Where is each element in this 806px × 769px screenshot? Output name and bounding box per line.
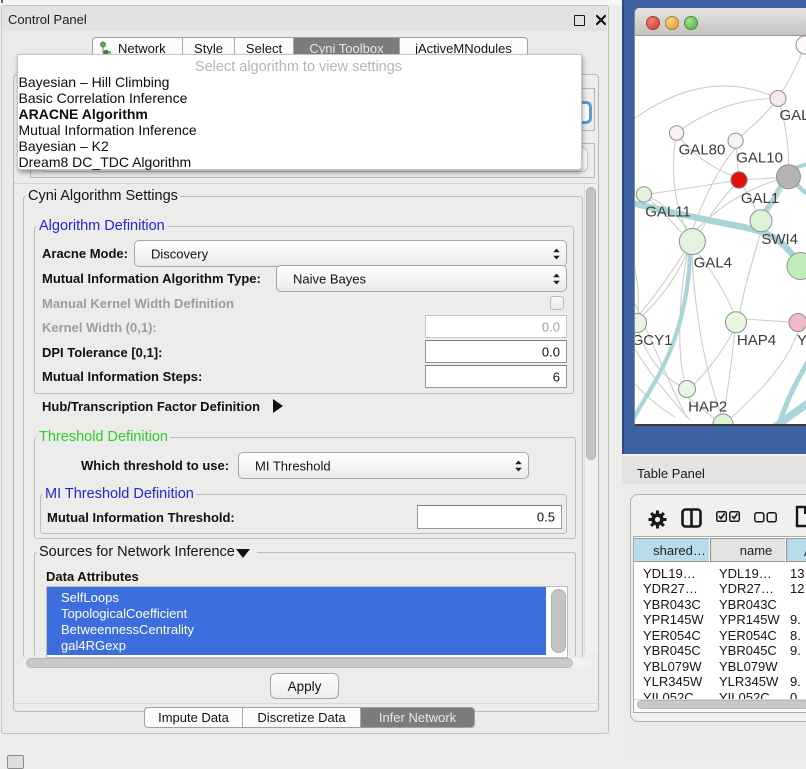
svg-text:GAL4: GAL4: [694, 255, 732, 272]
svg-text:SWI4: SWI4: [761, 231, 798, 248]
svg-text:GAL2: GAL2: [780, 107, 806, 124]
svg-text:GAL80: GAL80: [679, 142, 726, 159]
svg-text:GAL11: GAL11: [645, 204, 691, 221]
svg-text:HAP2: HAP2: [688, 399, 727, 416]
svg-text:GCY1: GCY1: [635, 332, 672, 349]
svg-text:YJ: YJ: [797, 332, 806, 349]
svg-text:GAL10: GAL10: [736, 150, 783, 167]
svg-text:HAP4: HAP4: [737, 332, 776, 349]
svg-text:GAL1: GAL1: [741, 190, 779, 207]
